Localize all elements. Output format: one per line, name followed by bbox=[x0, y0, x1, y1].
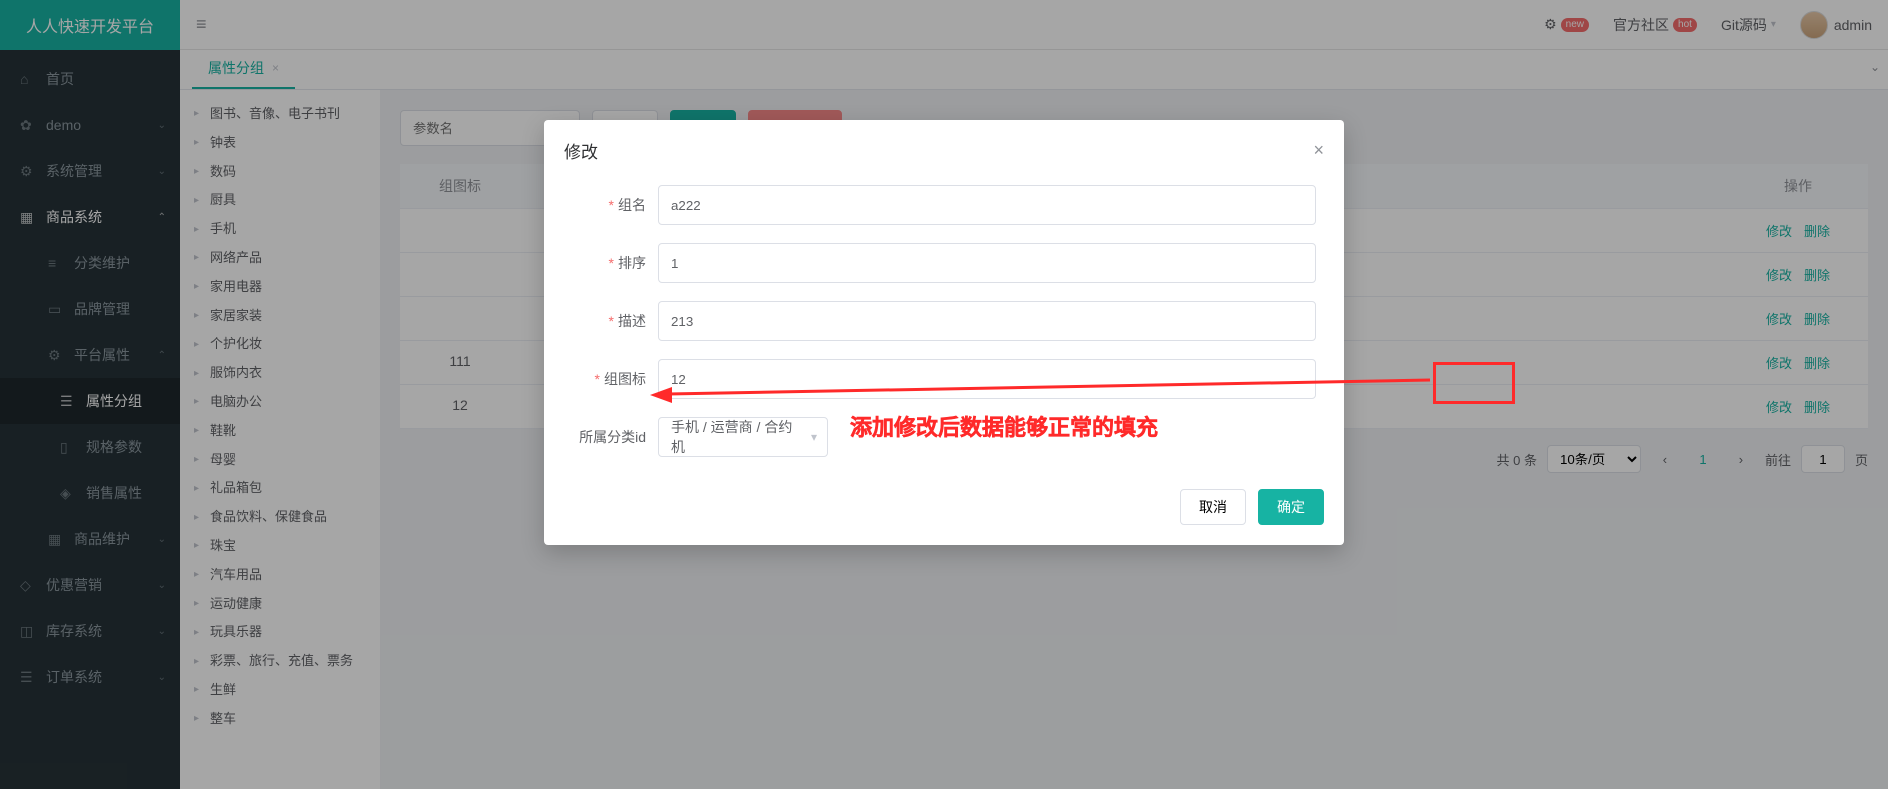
edit-dialog: 修改 × *组名 *排序 *描述 *组图标 bbox=[544, 120, 1344, 545]
modal-mask: 修改 × *组名 *排序 *描述 *组图标 bbox=[0, 0, 1888, 789]
field-sort: *排序 bbox=[572, 243, 1316, 283]
icon-label: *组图标 bbox=[572, 369, 658, 389]
close-icon[interactable]: × bbox=[1313, 140, 1324, 161]
name-label: *组名 bbox=[572, 195, 658, 215]
sort-label: *排序 bbox=[572, 253, 658, 273]
confirm-button[interactable]: 确定 bbox=[1258, 489, 1324, 525]
cancel-button[interactable]: 取消 bbox=[1180, 489, 1246, 525]
field-name: *组名 bbox=[572, 185, 1316, 225]
desc-label: *描述 bbox=[572, 311, 658, 331]
field-desc: *描述 bbox=[572, 301, 1316, 341]
dialog-title: 修改 bbox=[564, 138, 598, 163]
name-input[interactable] bbox=[658, 185, 1316, 225]
sort-input[interactable] bbox=[658, 243, 1316, 283]
cat-label: 所属分类id bbox=[572, 427, 658, 447]
category-cascader[interactable]: 手机 / 运营商 / 合约机 bbox=[658, 417, 828, 457]
icon-input[interactable] bbox=[658, 359, 1316, 399]
field-icon: *组图标 bbox=[572, 359, 1316, 399]
desc-input[interactable] bbox=[658, 301, 1316, 341]
cascader-value: 手机 / 运营商 / 合约机 bbox=[671, 417, 801, 457]
field-category: 所属分类id 手机 / 运营商 / 合约机 bbox=[572, 417, 1316, 457]
